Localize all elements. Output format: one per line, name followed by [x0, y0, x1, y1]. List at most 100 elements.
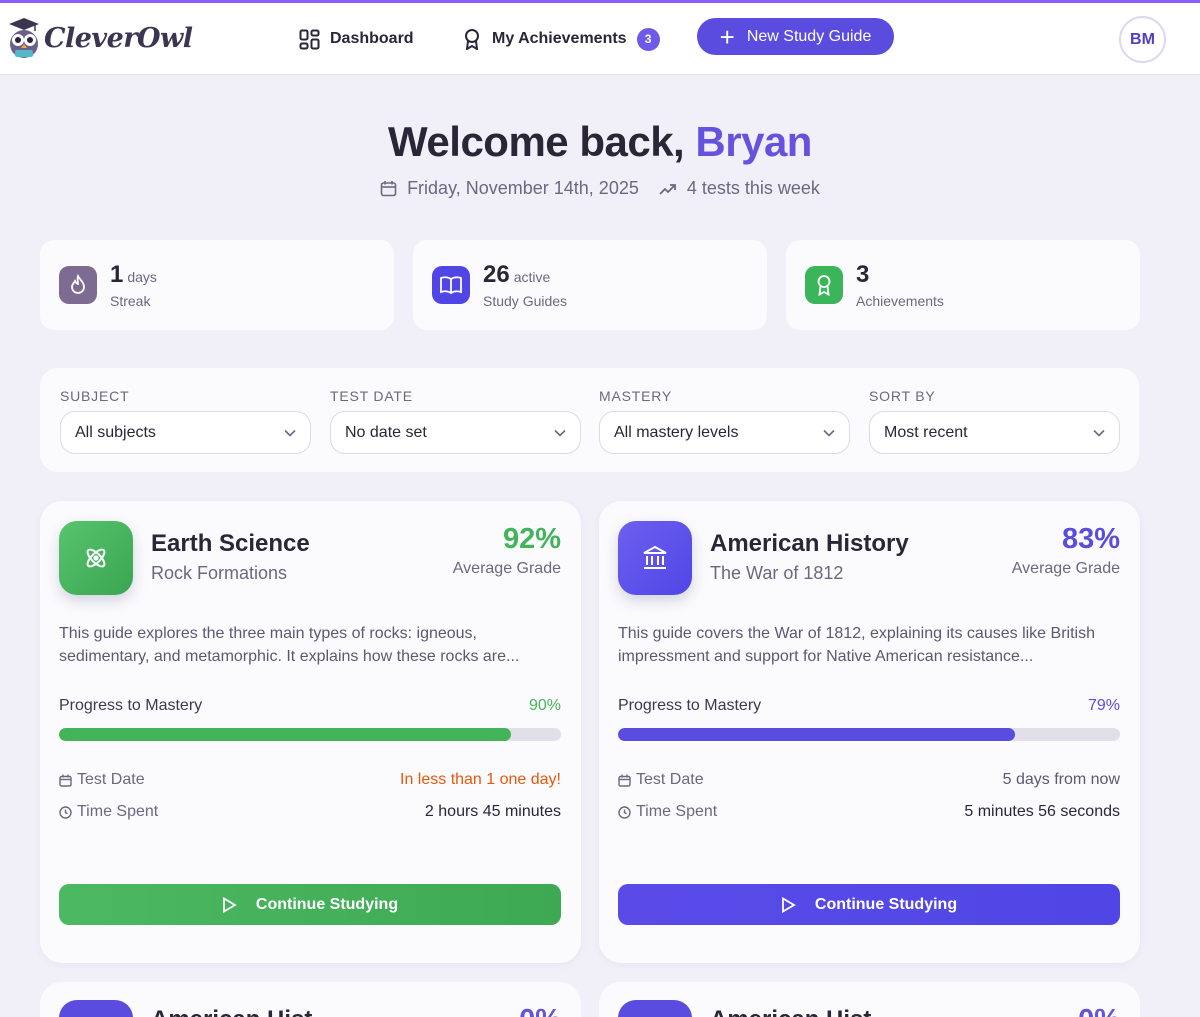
continue-studying-button[interactable]: Continue Studying — [618, 884, 1120, 925]
guide-topic: Rock Formations — [151, 563, 288, 583]
chevron-down-icon — [284, 429, 296, 437]
test-date-filter: TEST DATE No date set — [330, 388, 581, 454]
flame-icon — [59, 266, 97, 304]
achievements-label: Achievements — [856, 293, 944, 309]
clock-icon — [59, 805, 72, 819]
mastery-select-value: All mastery levels — [614, 423, 739, 441]
test-date-filter-label: TEST DATE — [330, 388, 413, 404]
clock-icon — [618, 805, 631, 819]
average-grade-value: 92% — [502, 523, 561, 555]
subject-filter-label: SUBJECT — [60, 388, 130, 404]
mastery-filter-label: MASTERY — [599, 388, 673, 404]
welcome-subline: Friday, November 14th, 2025 4 tests this… — [0, 178, 1200, 199]
nav-dashboard-label: Dashboard — [330, 30, 414, 47]
time-spent-label: Time Spent — [636, 803, 718, 820]
nav-achievements-label: My Achievements — [492, 30, 627, 47]
owl-logo-icon — [9, 18, 39, 58]
average-grade-label: Average Grade — [452, 560, 561, 577]
achievements-value: 3 — [856, 261, 870, 288]
trending-up-icon — [659, 183, 676, 195]
sort-select[interactable]: Most recent — [869, 411, 1120, 454]
header: CleverOwl Dashboard My Achievements 3 + … — [0, 3, 1200, 75]
study-guides-label: Study Guides — [483, 293, 568, 309]
play-icon — [781, 896, 796, 913]
logo[interactable]: CleverOwl — [8, 17, 193, 59]
guide-subject: American History — [710, 530, 909, 557]
average-grade-value: 83% — [1061, 523, 1120, 555]
time-spent-value: 2 hours 45 minutes — [424, 803, 561, 820]
ribbon-icon — [465, 29, 479, 50]
plus-icon: + — [719, 21, 735, 52]
progress-fill — [618, 728, 1015, 741]
continue-studying-button[interactable]: Continue Studying — [59, 884, 561, 925]
test-date-label: Test Date — [77, 771, 145, 788]
progress-percent: 79% — [1087, 697, 1120, 714]
calendar-icon — [59, 774, 72, 787]
streak-unit: days — [127, 269, 157, 285]
bank-icon — [59, 1000, 133, 1017]
tests-this-week: 4 tests this week — [686, 178, 820, 198]
study-guides-unit: active — [513, 269, 551, 285]
welcome-heading: Welcome back, Bryan — [0, 118, 1200, 166]
test-date-row: Test Date 5 days from now — [618, 771, 1120, 789]
guide-subject: American Hist — [710, 1006, 871, 1017]
guide-subject: American Hist — [151, 1006, 312, 1017]
sort-filter-label: SORT BY — [869, 388, 936, 404]
continue-studying-label: Continue Studying — [255, 895, 399, 913]
brand-name: CleverOwl — [44, 22, 193, 54]
progress-fill — [59, 728, 511, 741]
study-guide-card[interactable]: American History The War of 1812 83% Ave… — [599, 501, 1140, 963]
subject-filter: SUBJECT All subjects — [60, 388, 311, 454]
study-guide-card[interactable]: American Hist 0% — [599, 982, 1140, 1017]
test-date-label: Test Date — [636, 771, 704, 788]
subject-select[interactable]: All subjects — [60, 411, 311, 454]
calendar-icon — [618, 774, 631, 787]
welcome-user-name: Bryan — [695, 118, 812, 165]
progress-label: Progress to Mastery — [618, 697, 762, 714]
average-grade-value: 0% — [1078, 1004, 1120, 1017]
nav-achievements[interactable]: My Achievements 3 — [462, 3, 660, 75]
book-icon — [432, 266, 470, 304]
progress-bar — [618, 728, 1120, 741]
time-spent-row: Time Spent 5 minutes 56 seconds — [618, 803, 1120, 821]
nav-dashboard[interactable]: Dashboard — [299, 3, 414, 75]
average-grade-label: Average Grade — [1011, 560, 1120, 577]
study-guide-card[interactable]: Earth Science Rock Formations 92% Averag… — [40, 501, 581, 963]
study-guides-value: 26 — [483, 261, 510, 288]
new-study-guide-button[interactable]: + New Study Guide — [697, 18, 894, 55]
time-spent-value: 5 minutes 56 seconds — [964, 803, 1120, 820]
progress-label: Progress to Mastery — [59, 697, 203, 714]
sort-filter: SORT BY Most recent — [869, 388, 1120, 454]
chevron-down-icon — [1093, 429, 1105, 437]
time-spent-row: Time Spent 2 hours 45 minutes — [59, 803, 561, 821]
achievements-count-badge: 3 — [636, 27, 660, 51]
guide-description: This guide explores the three main types… — [59, 625, 520, 665]
chevron-down-icon — [554, 429, 566, 437]
guide-subject: Earth Science — [151, 530, 310, 557]
continue-studying-label: Continue Studying — [814, 895, 958, 913]
new-study-guide-label: New Study Guide — [746, 27, 872, 45]
chevron-down-icon — [823, 429, 835, 437]
test-date-value: In less than 1 one day! — [400, 771, 561, 788]
streak-label: Streak — [110, 293, 151, 309]
bank-icon — [618, 1000, 692, 1017]
test-date-select-value: No date set — [345, 423, 427, 441]
grid-icon — [299, 29, 320, 49]
progress-bar — [59, 728, 561, 741]
average-grade-value: 0% — [519, 1004, 561, 1017]
test-date-row: Test Date In less than 1 one day! — [59, 771, 561, 789]
study-guide-card[interactable]: American Hist 0% — [40, 982, 581, 1017]
sort-select-value: Most recent — [884, 423, 968, 441]
mastery-filter: MASTERY All mastery levels — [599, 388, 850, 454]
progress-percent: 90% — [528, 697, 561, 714]
test-date-select[interactable]: No date set — [330, 411, 581, 454]
play-icon — [222, 896, 237, 913]
calendar-icon — [380, 181, 397, 197]
mastery-select[interactable]: All mastery levels — [599, 411, 850, 454]
current-date: Friday, November 14th, 2025 — [407, 178, 639, 198]
user-avatar[interactable]: BM — [1119, 16, 1166, 63]
test-date-value: 5 days from now — [1002, 771, 1120, 788]
study-guides-card: 26 active Study Guides — [413, 240, 767, 330]
time-spent-label: Time Spent — [77, 803, 159, 820]
streak-card: 1 days Streak — [40, 240, 394, 330]
